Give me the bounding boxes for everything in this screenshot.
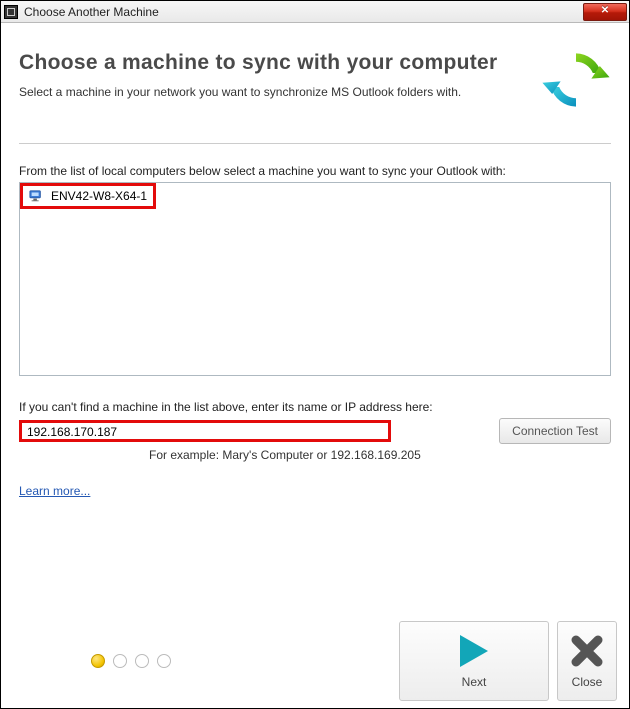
computer-icon bbox=[29, 189, 43, 203]
close-icon bbox=[571, 633, 603, 669]
step-dot-1 bbox=[91, 654, 105, 668]
step-dot-4 bbox=[157, 654, 171, 668]
divider bbox=[19, 143, 611, 144]
step-dot-3 bbox=[135, 654, 149, 668]
next-label: Next bbox=[462, 675, 487, 689]
titlebar: Choose Another Machine ✕ bbox=[1, 1, 629, 23]
ip-input[interactable]: 192.168.170.187 bbox=[19, 420, 391, 442]
close-label: Close bbox=[572, 675, 603, 689]
play-icon bbox=[454, 633, 494, 669]
page-heading: Choose a machine to sync with your compu… bbox=[19, 51, 531, 75]
page-subtitle: Select a machine in your network you wan… bbox=[19, 85, 531, 99]
machine-list-label: From the list of local computers below s… bbox=[19, 164, 611, 178]
list-item-label: ENV42-W8-X64-1 bbox=[51, 189, 147, 203]
ip-value: 192.168.170.187 bbox=[27, 425, 117, 439]
ip-example: For example: Mary's Computer or 192.168.… bbox=[149, 448, 611, 462]
window-title: Choose Another Machine bbox=[24, 5, 583, 19]
next-button[interactable]: Next bbox=[399, 621, 549, 701]
footer: Next Close bbox=[1, 614, 629, 708]
ip-label: If you can't find a machine in the list … bbox=[19, 400, 611, 414]
step-indicator bbox=[91, 654, 171, 668]
machine-list[interactable]: ENV42-W8-X64-1 bbox=[19, 182, 611, 376]
sync-logo-icon bbox=[541, 45, 611, 115]
app-icon bbox=[4, 5, 18, 19]
list-item[interactable]: ENV42-W8-X64-1 bbox=[20, 183, 156, 209]
close-button[interactable]: Close bbox=[557, 621, 617, 701]
learn-more-link[interactable]: Learn more... bbox=[19, 484, 90, 498]
window-close-button[interactable]: ✕ bbox=[583, 3, 627, 21]
connection-test-button[interactable]: Connection Test bbox=[499, 418, 611, 444]
step-dot-2 bbox=[113, 654, 127, 668]
